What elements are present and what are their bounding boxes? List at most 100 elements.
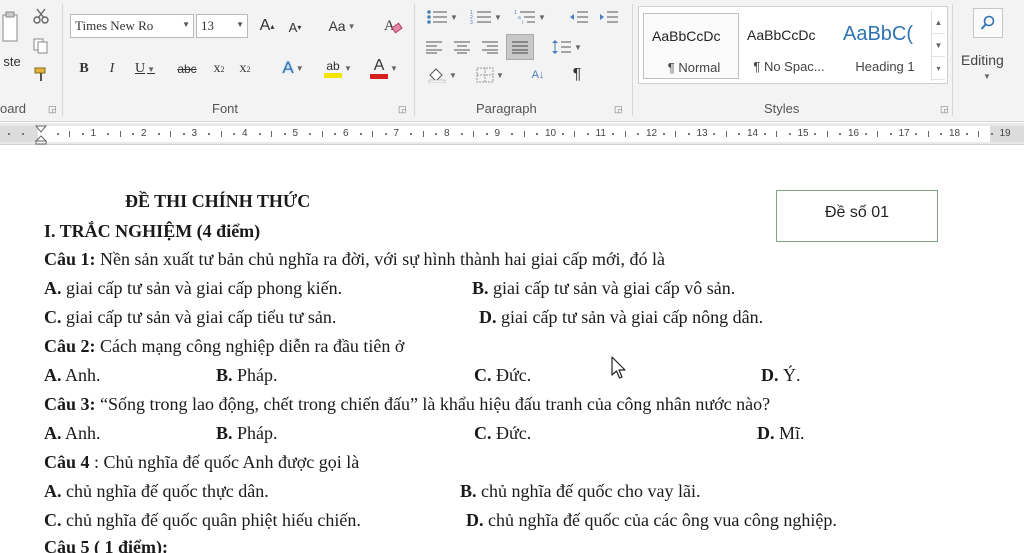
align-left-icon[interactable]	[422, 36, 446, 58]
ruler-margin-left	[0, 126, 38, 142]
format-painter-icon[interactable]	[30, 64, 52, 84]
answer-label: A.	[44, 365, 62, 385]
decrease-indent-icon[interactable]	[566, 6, 592, 28]
ruler-dot	[864, 133, 867, 135]
font-color-icon: A	[370, 57, 389, 79]
answer-label: A.	[44, 278, 62, 298]
show-formatting-button[interactable]: ¶	[566, 64, 588, 86]
grow-font-button[interactable]: A ▴	[256, 14, 278, 38]
font-size-value: 13	[201, 18, 214, 33]
strikethrough-button[interactable]: abc	[172, 58, 202, 80]
highlight-button[interactable]: ab ▼	[318, 56, 358, 80]
ruler-tick	[978, 131, 980, 137]
question-text: Cách mạng công nghiệp diễn ra đầu tiên ở	[95, 336, 405, 356]
ruler-dot	[763, 133, 766, 135]
answer-label: D.	[761, 365, 779, 385]
numbering-icon[interactable]: 1 2 3 ▼	[466, 6, 506, 28]
editing-button[interactable]: Editing ▼	[955, 6, 1019, 96]
style-heading-1[interactable]: AaBbC( Heading 1	[835, 13, 931, 79]
borders-icon[interactable]: ▼	[470, 64, 510, 86]
ruler-number: 17	[898, 128, 910, 139]
clipboard-launcher-icon[interactable]: ◲	[48, 104, 57, 115]
align-right-icon[interactable]	[478, 36, 502, 58]
font-size-combo[interactable]: 13 ▼	[196, 14, 248, 38]
ruler-tick	[170, 131, 172, 137]
styles-scrollbar[interactable]: ▲ ▼ ▾	[931, 11, 945, 81]
indent-marker-icon[interactable]	[35, 125, 47, 145]
ruler-tick	[574, 131, 576, 137]
font-color-button[interactable]: A ▼	[364, 56, 404, 80]
ruler-dot	[208, 133, 211, 135]
divider	[414, 4, 415, 116]
shading-icon[interactable]: ▼	[422, 64, 462, 86]
ruler-dot	[536, 133, 539, 135]
paragraph-launcher-icon[interactable]: ◲	[614, 104, 623, 115]
style-name: ¶ No Spac...	[753, 59, 825, 74]
answer-text: Anh.	[61, 423, 101, 443]
clear-formatting-icon[interactable]: A	[380, 12, 406, 38]
ruler-dot	[485, 133, 488, 135]
style-no-spacing[interactable]: AaBbCcDc ¶ No Spac...	[739, 13, 835, 79]
ruler-dot	[157, 133, 160, 135]
ruler-dot	[940, 133, 943, 135]
bold-button[interactable]: B	[74, 58, 94, 80]
answer-3d: D. Mĩ.	[757, 422, 805, 444]
ruler-dot	[738, 133, 741, 135]
section-heading: I. TRẮC NGHIỆM (4 điểm)	[44, 221, 261, 241]
scroll-up-icon[interactable]: ▲	[932, 11, 945, 34]
strikethrough-label: abc	[177, 62, 197, 76]
text-effects-button[interactable]: A ▼	[274, 56, 312, 80]
answer-2a: A. Anh.	[44, 364, 101, 386]
ruler-dot	[612, 133, 615, 135]
bullets-icon[interactable]: ▼	[422, 6, 462, 28]
cut-icon[interactable]	[30, 6, 52, 26]
paste-button[interactable]: ste	[0, 52, 24, 70]
question-label: Câu 2:	[44, 336, 96, 356]
more-styles-icon[interactable]: ▾	[932, 57, 945, 80]
styles-launcher-icon[interactable]: ◲	[940, 104, 949, 115]
style-sample: AaBbCcDc	[747, 27, 816, 43]
ruler-number: 6	[343, 128, 349, 139]
font-launcher-icon[interactable]: ◲	[398, 104, 407, 115]
align-center-icon[interactable]	[450, 36, 474, 58]
sort-icon: A↓	[531, 69, 545, 81]
shrink-font-button[interactable]: A ▾	[284, 16, 306, 38]
divider	[632, 4, 633, 116]
style-normal[interactable]: AaBbCcDc ¶ Normal	[643, 13, 739, 79]
ruler-dot	[258, 133, 261, 135]
underline-button[interactable]: U ▼	[130, 58, 160, 80]
justify-icon[interactable]	[506, 34, 534, 60]
paste-icon[interactable]	[0, 8, 22, 48]
italic-button[interactable]: I	[102, 58, 122, 80]
svg-text:A: A	[384, 18, 395, 34]
sort-button[interactable]: A↓	[524, 64, 552, 86]
multilevel-list-icon[interactable]: 1 a i ▼	[510, 6, 550, 28]
highlight-label: ab	[326, 58, 340, 73]
font-name-combo[interactable]: Times New Ro ▼	[70, 14, 194, 38]
subscript-button[interactable]: x2	[208, 58, 230, 80]
chevron-down-icon: ▼	[295, 63, 304, 73]
increase-indent-icon[interactable]	[596, 6, 622, 28]
document-page[interactable]: ĐỀ THI CHÍNH THỨC Đề số 01 I. TRẮC NGHIỆ…	[0, 146, 1024, 553]
chevron-down-icon: ▼	[449, 70, 457, 80]
question-label: Câu 3:	[44, 394, 96, 414]
answer-label: B.	[216, 365, 233, 385]
ruler-dot	[410, 133, 413, 135]
question-2: Câu 2: Cách mạng công nghiệp diễn ra đầu…	[44, 335, 404, 357]
change-case-button[interactable]: Aa ▼	[322, 14, 362, 38]
line-spacing-icon[interactable]: ▼	[548, 36, 586, 58]
ruler-number: 16	[848, 128, 860, 139]
answer-text: giai cấp tư sản và giai cấp tiểu tư sản.	[61, 307, 337, 327]
copy-icon[interactable]	[30, 36, 52, 56]
superscript-button[interactable]: x2	[234, 58, 256, 80]
ruler-dot	[182, 133, 185, 135]
ruler-number: 14	[747, 128, 759, 139]
ribbon: ste oard ◲ Times New Ro ▼ 13 ▼ A ▴ A ▾ Aa ▼…	[0, 0, 1024, 122]
ruler-tick	[271, 131, 273, 137]
horizontal-ruler[interactable]: 1 2 3 4 5 6 7 8 9 10 11 12 13 14 15 16 17 18 19	[0, 123, 1024, 145]
scroll-down-icon[interactable]: ▼	[932, 34, 945, 57]
question-text: “Sống trong lao động, chết trong chiến đ…	[95, 394, 771, 414]
divider	[62, 4, 63, 116]
chevron-down-icon: ▼	[983, 72, 991, 81]
answer-1d: D. giai cấp tư sản và giai cấp nông dân.	[479, 306, 763, 328]
